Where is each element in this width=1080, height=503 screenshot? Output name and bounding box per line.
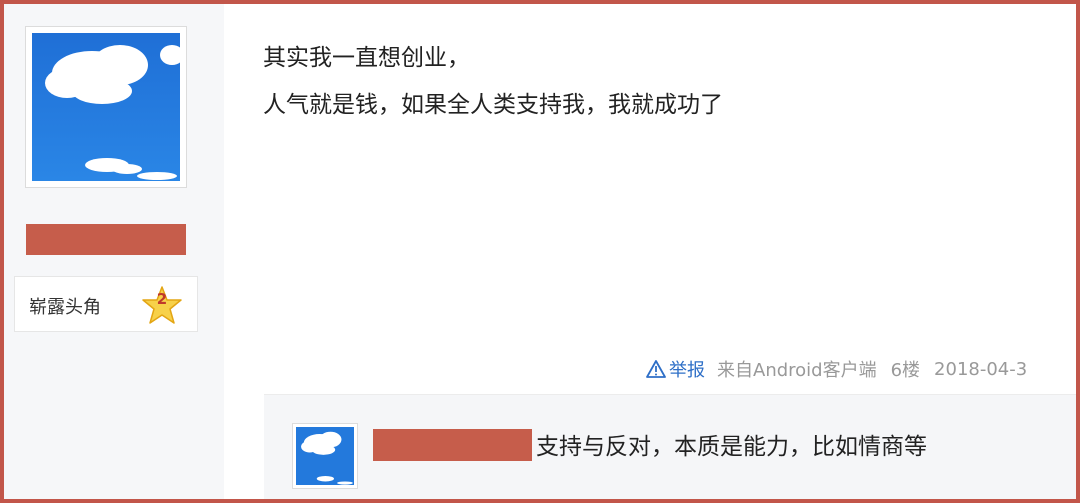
level-number: 2 [156,290,168,308]
post-content: 其实我一直想创业， 人气就是钱，如果全人类支持我，我就成功了 [263,35,723,129]
warning-triangle-icon [646,360,666,378]
level-badge[interactable]: 崭露头角 2 [14,276,198,332]
reply-section: 支持与反对，本质是能力，比如情商等 [264,394,1076,499]
sky-cloud-avatar-icon [32,33,180,181]
post-line-2: 人气就是钱，如果全人类支持我，我就成功了 [263,92,723,118]
post-meta: 举报 来自Android客户端 6楼 2018-04-3 [646,356,1027,382]
reply-username-redacted [373,429,532,461]
report-label: 举报 [669,360,705,381]
user-sidebar: 崭露头角 2 [4,4,224,499]
level-name: 崭露头角 [29,297,101,318]
post-container: 崭露头角 2 其实我一直想创业， 人气就是钱，如果全人类支持我，我就成功了 举报… [0,0,1080,503]
client-source: 来自Android客户端 [717,360,877,381]
user-avatar[interactable] [25,26,187,188]
floor-number: 6楼 [890,360,921,381]
username-redacted [26,224,186,255]
report-link[interactable]: 举报 [646,356,705,382]
reply-avatar[interactable] [292,423,358,489]
reply-text: 支持与反对，本质是能力，比如情商等 [536,434,927,460]
post-date: 2018-04-3 [934,358,1028,380]
post-line-1: 其实我一直想创业， [263,45,470,71]
sky-cloud-avatar-icon [296,427,354,485]
